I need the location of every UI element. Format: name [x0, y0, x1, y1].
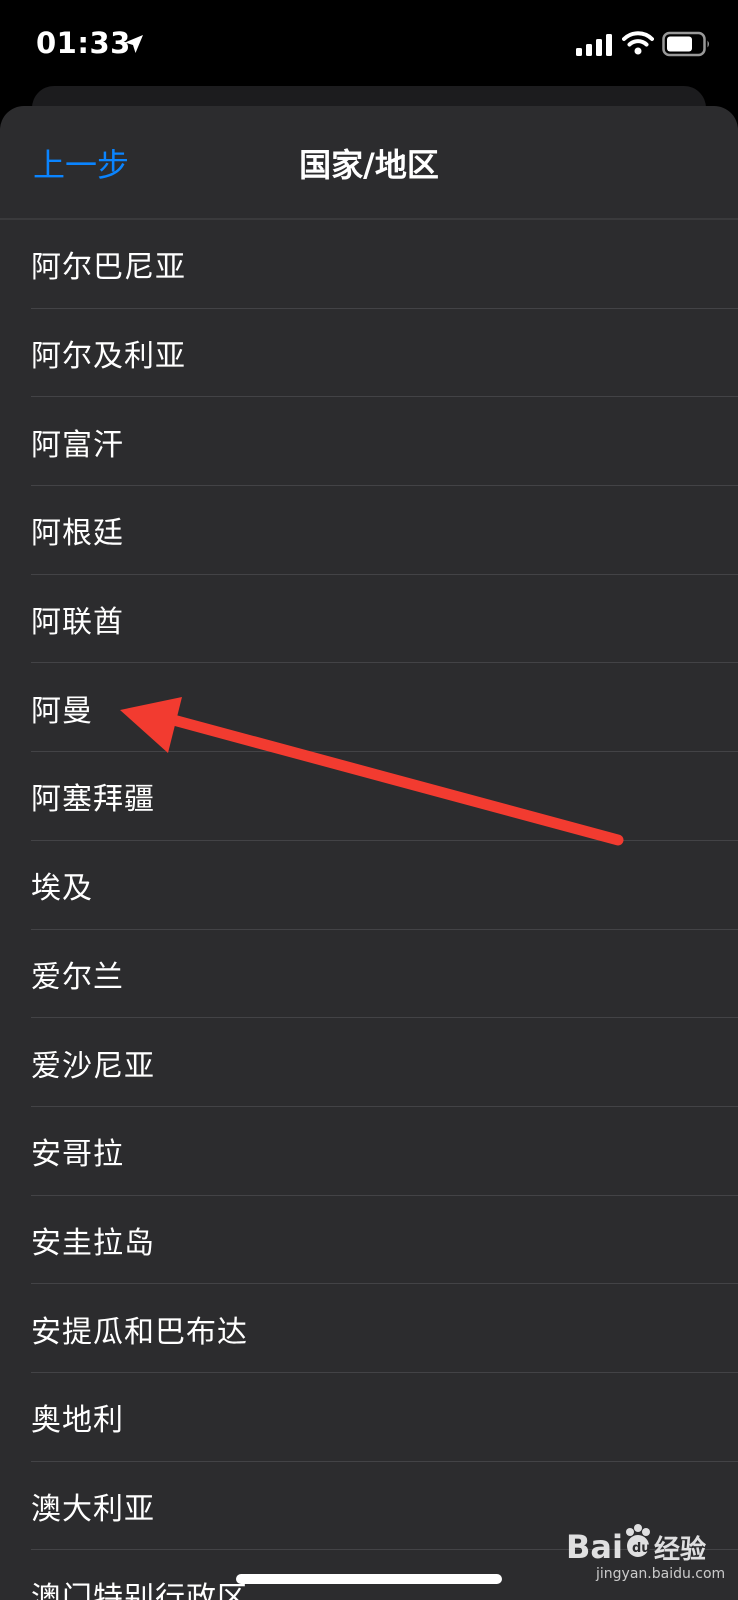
status-bar: 01:33 [0, 0, 738, 90]
battery-icon [662, 31, 709, 57]
list-item[interactable]: 阿根廷 [0, 486, 738, 575]
screen: 01:33 上一步 国家/地区 阿尔巴尼亚 阿尔及利亚 阿富汗 阿根廷 阿联酋 … [0, 0, 738, 1600]
country-label: 澳大利亚 [31, 1491, 155, 1527]
list-item[interactable]: 阿尔及利亚 [0, 309, 738, 398]
country-label: 爱沙尼亚 [31, 1048, 155, 1084]
country-label: 安哥拉 [31, 1137, 124, 1173]
list-item[interactable]: 安提瓜和巴布达 [0, 1284, 738, 1373]
list-item[interactable]: 爱沙尼亚 [0, 1018, 738, 1107]
country-label: 爱尔兰 [31, 959, 124, 995]
svg-text:经验: 经验 [654, 1534, 706, 1565]
country-region-sheet: 上一步 国家/地区 阿尔巴尼亚 阿尔及利亚 阿富汗 阿根廷 阿联酋 阿曼 阿塞拜… [0, 106, 738, 1600]
wifi-icon [622, 31, 654, 55]
list-item[interactable]: 奥地利 [0, 1373, 738, 1462]
country-label: 阿尔及利亚 [31, 339, 186, 375]
svg-text:du: du [632, 1541, 651, 1556]
country-label: 阿联酋 [31, 605, 124, 641]
country-label: 安圭拉岛 [31, 1225, 155, 1261]
country-label: 阿曼 [31, 693, 93, 729]
list-item-oman[interactable]: 阿曼 [0, 663, 738, 752]
status-time: 01:33 [36, 26, 131, 60]
list-item[interactable]: 阿尔巴尼亚 [0, 220, 738, 309]
svg-text:Bai: Bai [566, 1528, 623, 1566]
list-item[interactable]: 爱尔兰 [0, 930, 738, 1019]
list-item[interactable]: 安圭拉岛 [0, 1196, 738, 1285]
list-item[interactable]: 埃及 [0, 841, 738, 930]
cellular-signal-icon [576, 34, 612, 56]
country-label: 阿尔巴尼亚 [31, 250, 186, 286]
country-label: 奥地利 [31, 1403, 124, 1439]
list-item[interactable]: 安哥拉 [0, 1107, 738, 1196]
baidu-watermark-logo: Bai du 经验 [566, 1524, 706, 1566]
country-label: 阿富汗 [31, 427, 124, 463]
nav-bar: 上一步 国家/地区 [0, 106, 738, 218]
watermark-url: jingyan.baidu.com [596, 1566, 726, 1582]
country-label: 阿根廷 [31, 516, 124, 552]
country-label: 澳门特别行政区 [31, 1580, 248, 1600]
country-label: 阿塞拜疆 [31, 782, 155, 818]
list-item[interactable]: 阿塞拜疆 [0, 752, 738, 841]
list-item[interactable]: 阿联酋 [0, 575, 738, 664]
list-item[interactable]: 阿富汗 [0, 397, 738, 486]
home-indicator[interactable] [236, 1574, 502, 1584]
page-title: 国家/地区 [299, 146, 439, 184]
country-label: 埃及 [31, 871, 93, 907]
location-arrow-icon [125, 35, 143, 53]
country-list: 阿尔巴尼亚 阿尔及利亚 阿富汗 阿根廷 阿联酋 阿曼 阿塞拜疆 埃及 爱尔兰 爱… [0, 220, 738, 1600]
country-label: 安提瓜和巴布达 [31, 1314, 248, 1350]
